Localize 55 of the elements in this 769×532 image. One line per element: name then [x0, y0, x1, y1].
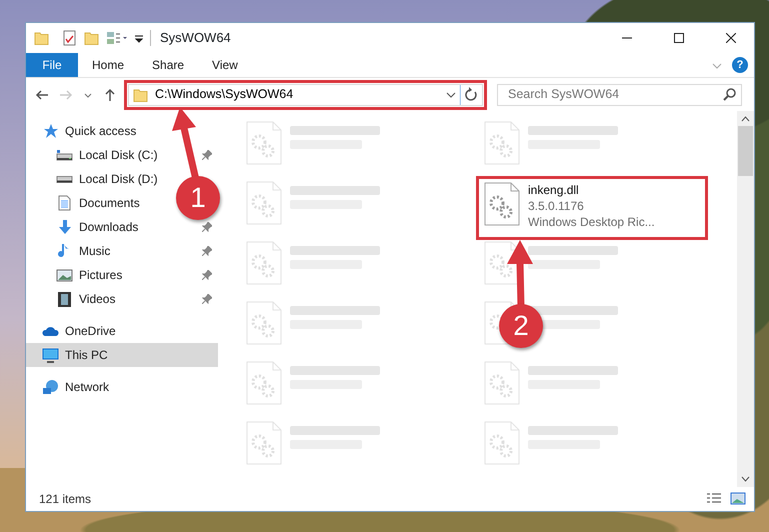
dll-file-icon	[246, 421, 282, 465]
dll-file-icon	[246, 241, 282, 285]
file-detail: 3.5.0.1176	[528, 198, 585, 214]
sidebar-item[interactable]: OneDrive	[26, 319, 176, 343]
folder-icon	[133, 86, 149, 102]
dll-file-icon	[246, 121, 282, 165]
view-icon[interactable]	[106, 30, 128, 46]
file-name: inkeng.dll	[528, 182, 580, 198]
maximize-icon	[674, 33, 684, 43]
ribbon-tab[interactable]: Home	[78, 53, 138, 77]
sidebar-item[interactable]: Local Disk (D:)	[26, 167, 176, 191]
file-tab[interactable]: File	[26, 53, 78, 77]
sidebar-item[interactable]: Local Disk (C:)	[26, 143, 176, 167]
globe-icon	[42, 378, 59, 396]
properties-icon[interactable]	[62, 30, 78, 46]
arrow-icon[interactable]	[35, 88, 49, 102]
search-field[interactable]: Search SysWOW64	[506, 84, 719, 105]
arrow-icon[interactable]	[103, 88, 117, 102]
sidebar-item[interactable]: Music	[26, 239, 176, 263]
dll-file-icon	[246, 361, 282, 405]
item-count: 121 items	[39, 491, 92, 508]
sidebar-item[interactable]: Videos	[26, 287, 176, 311]
dll-file-icon	[484, 121, 520, 165]
monitor-icon	[42, 346, 59, 364]
address-field[interactable]: C:\Windows\SysWOW64	[153, 84, 442, 105]
drive-icon	[56, 176, 73, 182]
ribbon-tab[interactable]: View	[198, 53, 252, 77]
file-detail: Windows Desktop Ric...	[528, 214, 655, 230]
window-title: SysWOW64	[160, 29, 232, 48]
dll-file-icon	[484, 182, 520, 226]
help-button[interactable]: ?	[732, 57, 748, 73]
star-icon	[42, 122, 59, 140]
film-icon	[56, 290, 73, 308]
picture-icon	[56, 266, 73, 284]
dll-file-icon	[484, 421, 520, 465]
dll-file-icon	[246, 181, 282, 225]
sidebar-item[interactable]: Pictures	[26, 263, 176, 287]
scroll-thumb[interactable]	[738, 126, 753, 176]
blurred-detail	[528, 260, 600, 269]
large-icons-view-icon[interactable]	[730, 492, 746, 506]
sidebar-item[interactable]: Documents	[26, 191, 176, 215]
file-item[interactable]: inkeng.dll 3.5.0.1176 Windows Desktop Ric...	[480, 180, 704, 236]
close-icon	[726, 33, 736, 43]
down-arrow-icon	[56, 218, 73, 236]
dll-file-icon	[484, 361, 520, 405]
search-box[interactable]: Search SysWOW64	[497, 84, 742, 106]
scroll-down-icon[interactable]	[741, 476, 750, 482]
document-icon	[56, 194, 73, 212]
ribbon-tab[interactable]: Share	[138, 53, 198, 77]
sidebar-item[interactable]: Network	[26, 375, 176, 399]
sidebar-item[interactable]: Quick access	[26, 119, 176, 143]
dll-file-icon	[246, 301, 282, 345]
sidebar-item[interactable]: Downloads	[26, 215, 176, 239]
scroll-up-icon[interactable]	[741, 116, 750, 122]
scrollbar[interactable]	[737, 111, 754, 487]
